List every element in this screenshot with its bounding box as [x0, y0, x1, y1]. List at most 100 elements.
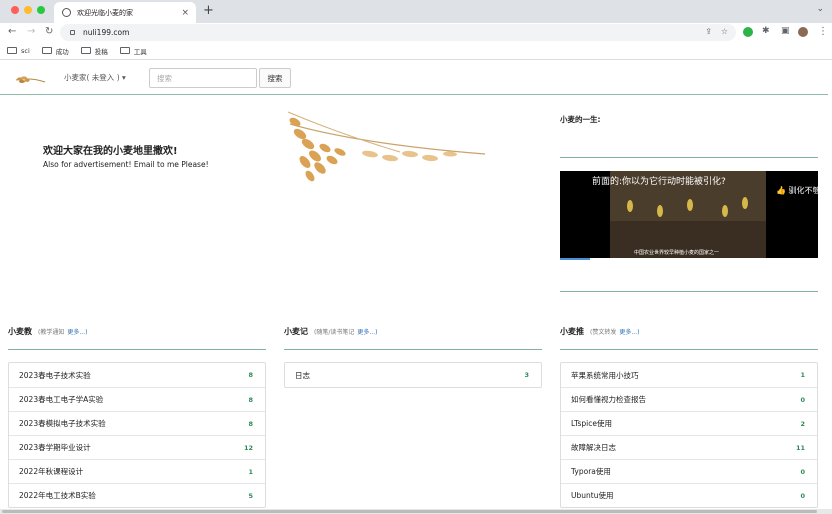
- bookmark-folder[interactable]: 投稿: [80, 46, 108, 56]
- more-link[interactable]: 更多...): [619, 327, 639, 336]
- video-progress-bar[interactable]: [560, 258, 590, 260]
- welcome-title: 欢迎大家在我的小麦地里撒欢!: [43, 146, 178, 157]
- list-item[interactable]: 故障解决日志 11: [561, 435, 817, 459]
- folder-icon: [119, 47, 130, 54]
- count-badge: 11: [795, 443, 805, 452]
- reload-icon[interactable]: ↻: [45, 26, 53, 37]
- more-link[interactable]: 更多...): [67, 327, 87, 336]
- count-badge: 1: [800, 371, 805, 379]
- list-item[interactable]: 2022年秋课程设计 1: [9, 459, 265, 483]
- count-badge: 3: [524, 371, 529, 379]
- bookmark-folder[interactable]: 成功: [41, 46, 69, 56]
- profile-avatar[interactable]: [798, 27, 808, 37]
- column-title: 小麦记: [284, 327, 308, 336]
- life-section-title: 小麦的一生:: [560, 115, 601, 124]
- list-item[interactable]: 如何看懂视力检查报告 0: [561, 387, 817, 411]
- count-badge: 12: [243, 443, 253, 452]
- list-item[interactable]: 苹果系统常用小技巧 1: [561, 363, 817, 387]
- close-window-button[interactable]: [11, 6, 19, 14]
- extensions-puzzle-icon[interactable]: ✱: [762, 26, 770, 36]
- tab-search-chevron-icon[interactable]: ⌄: [816, 4, 824, 14]
- share-icon[interactable]: ⇪: [705, 27, 712, 36]
- list-item-label: 苹果系统常用小技巧: [571, 370, 639, 380]
- list-item-label: 2023春学期毕业设计: [19, 443, 91, 452]
- list-item[interactable]: 2023春电子技术实验 8: [9, 363, 265, 387]
- bookmark-label: 成功: [55, 47, 69, 56]
- folder-icon: [41, 47, 52, 54]
- divider: [560, 157, 818, 158]
- column-header: 小麦记 (随笔/读书笔记 更多...): [284, 326, 542, 340]
- more-link[interactable]: 更多...): [357, 327, 377, 336]
- wheat-logo-icon[interactable]: [14, 71, 46, 87]
- sidepanel-icon[interactable]: ▣: [781, 26, 790, 36]
- column-subtitle: (教学通知: [38, 329, 65, 336]
- column-header: 小麦教 (教学通知 更多...): [8, 326, 266, 340]
- list-item[interactable]: Ubuntu使用 0: [561, 483, 817, 507]
- address-bar[interactable]: nuli199.com ⇪ ☆: [60, 24, 736, 41]
- list-group: 日志 3: [284, 362, 542, 388]
- tab-close-icon[interactable]: ×: [181, 8, 189, 18]
- list-item[interactable]: 日志 3: [285, 363, 541, 387]
- welcome-subtitle: Also for advertisement! Email to me Plea…: [43, 160, 209, 169]
- list-item-label: 故障解决日志: [571, 443, 616, 452]
- search-input[interactable]: [149, 68, 257, 88]
- folder-icon: [80, 47, 91, 54]
- url-text: nuli199.com: [83, 28, 130, 37]
- lock-icon: [70, 30, 75, 35]
- list-item-label: 2023春电子技术实验: [19, 370, 91, 380]
- list-item[interactable]: 2023春模拟电子技术实验 8: [9, 411, 265, 435]
- list-item[interactable]: Typora使用 0: [561, 459, 817, 483]
- count-badge: 2: [800, 419, 805, 428]
- browser-tab[interactable]: 欢迎光临小麦的家 ×: [54, 2, 196, 23]
- browser-toolbar: ← → ↻ nuli199.com ⇪ ☆ ✱ ▣ ⋮: [0, 23, 832, 42]
- horizontal-scrollbar[interactable]: [0, 509, 832, 514]
- minimize-window-button[interactable]: [24, 6, 32, 14]
- video-subtitle: 中国农业世界较早种植小麦的国家之一: [634, 250, 720, 256]
- extension-green-icon[interactable]: [743, 27, 753, 37]
- count-badge: 8: [248, 419, 253, 428]
- video-player[interactable]: 前面的:你以为它行动时能被引化? 👍 驯化不够 中国农业世界较早种植小麦的国家之…: [560, 171, 818, 258]
- divider: [560, 349, 818, 350]
- tab-title: 欢迎光临小麦的家: [77, 8, 133, 17]
- menu-kebab-icon[interactable]: ⋮: [818, 26, 828, 37]
- count-badge: 8: [248, 395, 253, 404]
- scrollbar-thumb[interactable]: [2, 510, 817, 513]
- bookmark-folder[interactable]: 工具: [119, 46, 147, 56]
- count-badge: 0: [800, 491, 805, 500]
- count-badge: 0: [800, 395, 805, 404]
- column-title: 小麦推: [560, 327, 584, 336]
- new-tab-button[interactable]: +: [203, 3, 214, 18]
- list-item[interactable]: LTspice使用 2: [561, 411, 817, 435]
- video-caption: 前面的:你以为它行动时能被引化?: [592, 177, 726, 187]
- bookmark-folder[interactable]: sci: [7, 47, 30, 55]
- column-header: 小麦推 (赞文转发 更多...): [560, 326, 818, 340]
- forward-arrow-icon[interactable]: →: [27, 26, 35, 37]
- back-arrow-icon[interactable]: ←: [8, 26, 16, 37]
- column-subtitle: (随笔/读书笔记: [314, 329, 355, 336]
- list-item-label: 2022年电工技术B实验: [19, 491, 96, 500]
- column-notes: 小麦记 (随笔/读书笔记 更多...) 日志 3: [284, 326, 542, 388]
- list-group: 2023春电子技术实验 8 2023春电工电子学A实验 8 2023春模拟电子技术实…: [8, 362, 266, 508]
- bookmark-label: 工具: [133, 47, 147, 56]
- column-recommend: 小麦推 (赞文转发 更多...) 苹果系统常用小技巧 1 如何看懂视力检查报告 0 …: [560, 326, 818, 508]
- wheat-hero-image: [287, 111, 486, 182]
- site-navbar: 小麦家( 未登入 ) ▾ 搜索: [0, 62, 828, 95]
- column-title: 小麦教: [8, 327, 32, 336]
- list-item[interactable]: 2023春电工电子学A实验 8: [9, 387, 265, 411]
- divider: [284, 349, 542, 350]
- count-badge: 0: [800, 467, 805, 476]
- bookmark-label: sci: [21, 46, 30, 55]
- search-button[interactable]: 搜索: [259, 68, 291, 88]
- divider: [8, 349, 266, 350]
- list-item[interactable]: 2023春学期毕业设计 12: [9, 435, 265, 459]
- star-bookmark-icon[interactable]: ☆: [721, 27, 728, 36]
- bookmarks-bar: sci 成功 投稿 工具: [0, 42, 832, 60]
- list-item[interactable]: 2022年电工技术B实验 5: [9, 483, 265, 507]
- list-item-label: Typora使用: [571, 467, 611, 476]
- list-item-label: 2023春电工电子学A实验: [19, 395, 104, 404]
- count-badge: 1: [248, 467, 253, 476]
- user-dropdown[interactable]: 小麦家( 未登入 ) ▾: [64, 72, 126, 83]
- column-teaching: 小麦教 (教学通知 更多...) 2023春电子技术实验 8 2023春电工电子学…: [8, 326, 266, 508]
- list-item-label: 2023春模拟电子技术实验: [19, 419, 106, 428]
- zoom-window-button[interactable]: [37, 6, 45, 14]
